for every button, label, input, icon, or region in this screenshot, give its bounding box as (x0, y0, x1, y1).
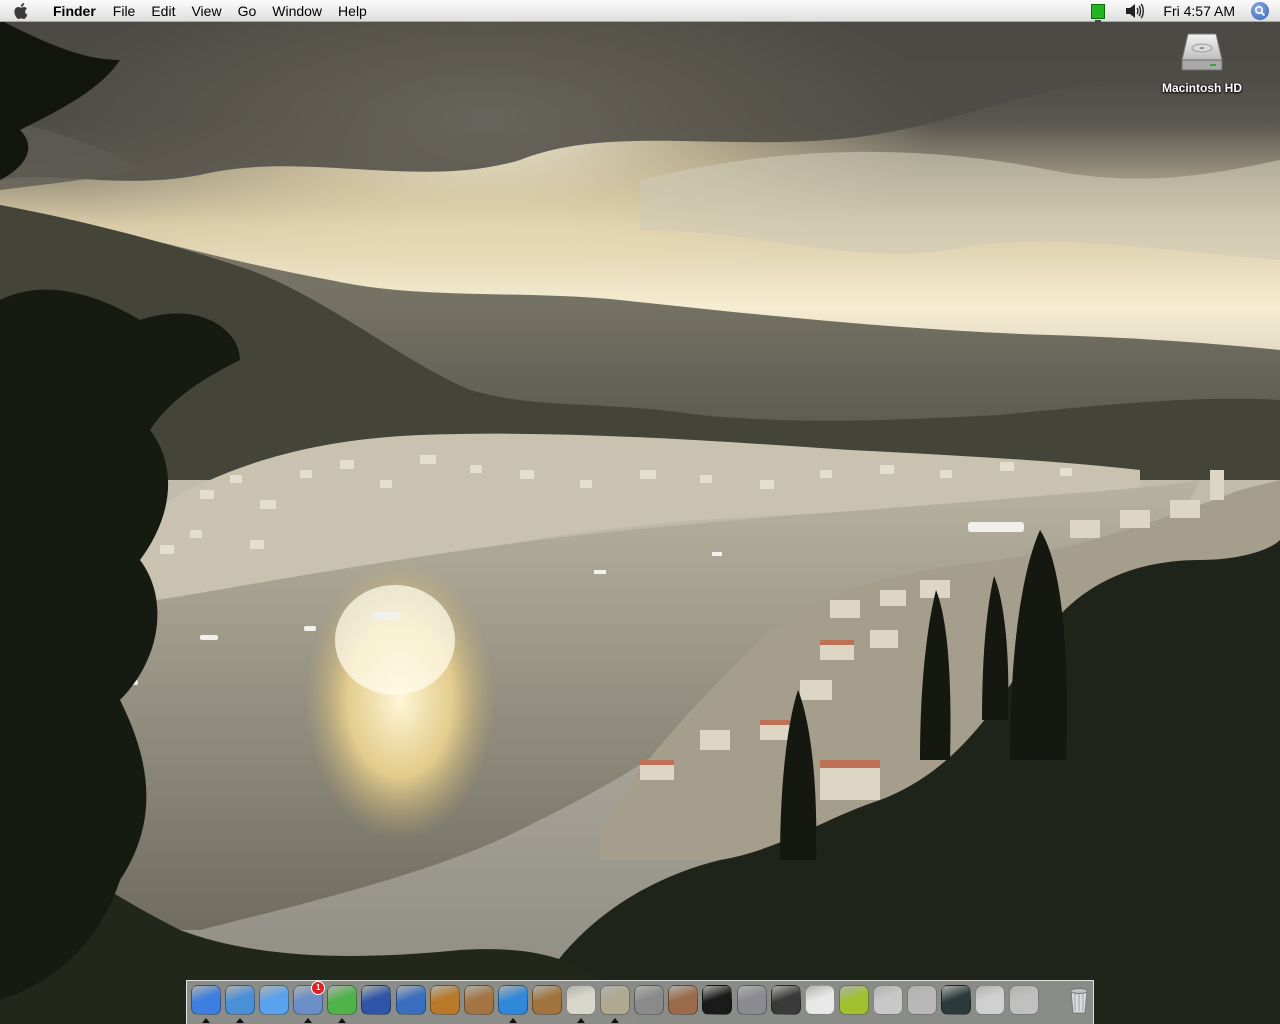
address-book-icon (531, 985, 562, 1015)
keychain-access-icon (668, 985, 699, 1015)
apple-menu[interactable] (0, 0, 44, 22)
apple-logo-icon (14, 2, 28, 19)
dock-item-quicktime[interactable] (497, 985, 528, 1023)
trash-icon (1064, 985, 1094, 1015)
dock-item-iphoto[interactable] (463, 985, 494, 1019)
dock-item-idvd[interactable] (395, 985, 426, 1019)
garageband-icon (429, 985, 460, 1015)
running-indicator-icon (202, 1018, 210, 1023)
running-indicator-icon (577, 1018, 586, 1023)
dock-item-disk-utility[interactable] (1009, 985, 1040, 1019)
menu-file[interactable]: File (105, 0, 144, 22)
dock-item-clapboard[interactable] (770, 985, 801, 1019)
terminal-icon (702, 985, 733, 1015)
dock-item-safari[interactable] (225, 985, 256, 1023)
image-capture-icon (634, 985, 665, 1015)
dock-item-garageband[interactable] (429, 985, 460, 1019)
imovie-icon (361, 985, 392, 1015)
menu-window[interactable]: Window (264, 0, 330, 22)
quicktime-icon (497, 985, 528, 1015)
idvd-icon (395, 985, 426, 1015)
finder-icon (191, 985, 221, 1015)
dock-item-image-capture[interactable] (634, 985, 665, 1019)
safari-icon (225, 985, 256, 1015)
clapboard-icon (770, 985, 801, 1015)
running-indicator-icon (338, 1018, 347, 1023)
desktop-icon-macintosh-hd[interactable]: Macintosh HD (1152, 28, 1252, 95)
menu-view[interactable]: View (183, 0, 229, 22)
menu-app-finder[interactable]: Finder (44, 0, 105, 22)
about-this-mac-icon (975, 985, 1006, 1015)
menu-edit[interactable]: Edit (143, 0, 183, 22)
running-indicator-icon (611, 1018, 620, 1023)
system-profiler-icon (872, 985, 903, 1015)
running-indicator-icon (236, 1018, 245, 1023)
itunes-icon (327, 985, 358, 1015)
spotlight-search-icon[interactable] (1251, 2, 1269, 20)
dock-item-trash[interactable] (1064, 985, 1094, 1019)
disk-utility-icon (1009, 985, 1040, 1015)
printer-setup-icon (906, 985, 937, 1015)
running-indicator-icon (508, 1018, 517, 1023)
dock-item-itunes[interactable] (327, 985, 358, 1023)
speaker-volume-icon[interactable] (1125, 2, 1147, 20)
dock-item-about-this-mac[interactable] (975, 985, 1006, 1019)
dock-item-ichat[interactable] (259, 985, 290, 1019)
running-indicator-icon (304, 1018, 313, 1023)
dock-item-hair-dryer[interactable] (838, 985, 869, 1019)
hard-drive-icon (1178, 28, 1226, 76)
dock-item-address-book[interactable] (531, 985, 562, 1019)
dock-item-textedit[interactable] (566, 985, 597, 1023)
dock-item-printer-setup[interactable] (906, 985, 937, 1019)
textedit-icon (566, 985, 597, 1015)
dock-item-activity-monitor[interactable] (941, 985, 972, 1019)
dock-item-automator[interactable] (736, 985, 767, 1019)
battery-icon[interactable] (1091, 3, 1106, 22)
dock-item-keychain-access[interactable] (668, 985, 699, 1019)
activity-monitor-icon (941, 985, 972, 1015)
menu-clock[interactable]: Fri 4:57 AM (1163, 3, 1235, 19)
dock-item-mail[interactable]: 1 (293, 981, 326, 1023)
desktop-wallpaper (0, 0, 1280, 1024)
dock-item-imovie[interactable] (361, 985, 392, 1019)
dock-item-system-profiler[interactable] (872, 985, 903, 1019)
ipod-updater-icon (804, 985, 835, 1015)
menu-go[interactable]: Go (230, 0, 265, 22)
unread-badge: 1 (311, 981, 326, 995)
dock-item-ipod-updater[interactable] (804, 985, 835, 1019)
menu-bar: Finder File Edit View Go Window Help Fri… (0, 0, 1280, 22)
menu-help[interactable]: Help (330, 0, 375, 22)
desktop-icon-label: Macintosh HD (1161, 81, 1242, 95)
dock: 1 (186, 980, 1094, 1024)
dock-item-terminal[interactable] (702, 985, 733, 1019)
dock-item-preview[interactable] (600, 985, 631, 1023)
hair-dryer-icon (838, 985, 869, 1015)
dock-item-finder[interactable] (191, 985, 221, 1023)
automator-icon (736, 985, 767, 1015)
iphoto-icon (463, 985, 494, 1015)
ichat-icon (259, 985, 290, 1015)
preview-icon (600, 985, 631, 1015)
